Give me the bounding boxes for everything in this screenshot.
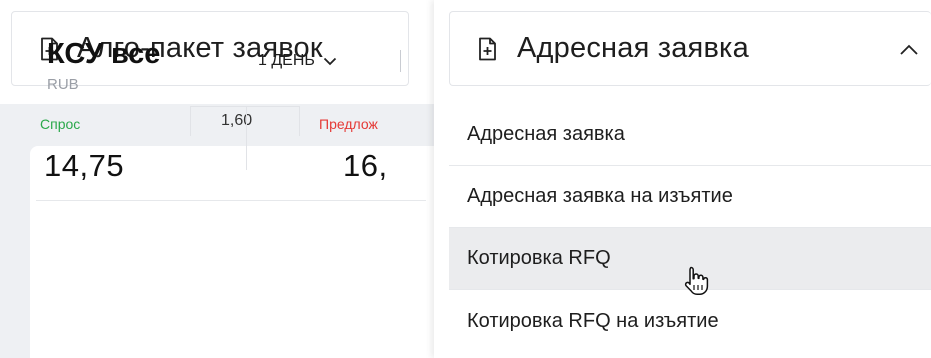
bid-value[interactable]: 14,75: [44, 148, 124, 184]
ask-label: Предлож: [319, 116, 378, 132]
address-order-label: Адресная заявка: [517, 32, 749, 64]
row-divider: [36, 200, 426, 201]
menu-item-address-order[interactable]: Адресная заявка: [449, 104, 931, 166]
bid-label: Спрос: [40, 116, 81, 132]
menu-item-label: Адресная заявка на изъятие: [467, 185, 733, 207]
period-divider: [400, 50, 401, 72]
chevron-down-icon: [323, 57, 337, 66]
order-type-menu: Адресная заявка Адресная заявка на изъят…: [449, 104, 931, 352]
file-plus-icon: [479, 37, 496, 60]
ask-value[interactable]: 16,: [343, 148, 388, 184]
menu-item-rfq-quote-withdrawal[interactable]: Котировка RFQ на изъятие: [449, 290, 931, 352]
spread-value: 1,60: [221, 112, 253, 129]
bid-ask-separator: [246, 106, 247, 170]
instrument-currency: RUB: [47, 76, 79, 93]
address-order-button[interactable]: Адресная заявка: [449, 11, 931, 86]
menu-item-label: Котировка RFQ: [467, 247, 611, 269]
hand-pointer-cursor: [684, 266, 709, 296]
menu-item-label: Адресная заявка: [467, 123, 625, 145]
menu-item-address-order-withdrawal[interactable]: Адресная заявка на изъятие: [449, 166, 931, 228]
instrument-title: КСУ все: [47, 38, 161, 70]
period-label: 1 ДЕНЬ: [258, 52, 315, 69]
chevron-up-icon: [900, 44, 918, 55]
period-selector[interactable]: 1 ДЕНЬ: [258, 52, 337, 70]
menu-item-label: Котировка RFQ на изъятие: [467, 309, 719, 332]
